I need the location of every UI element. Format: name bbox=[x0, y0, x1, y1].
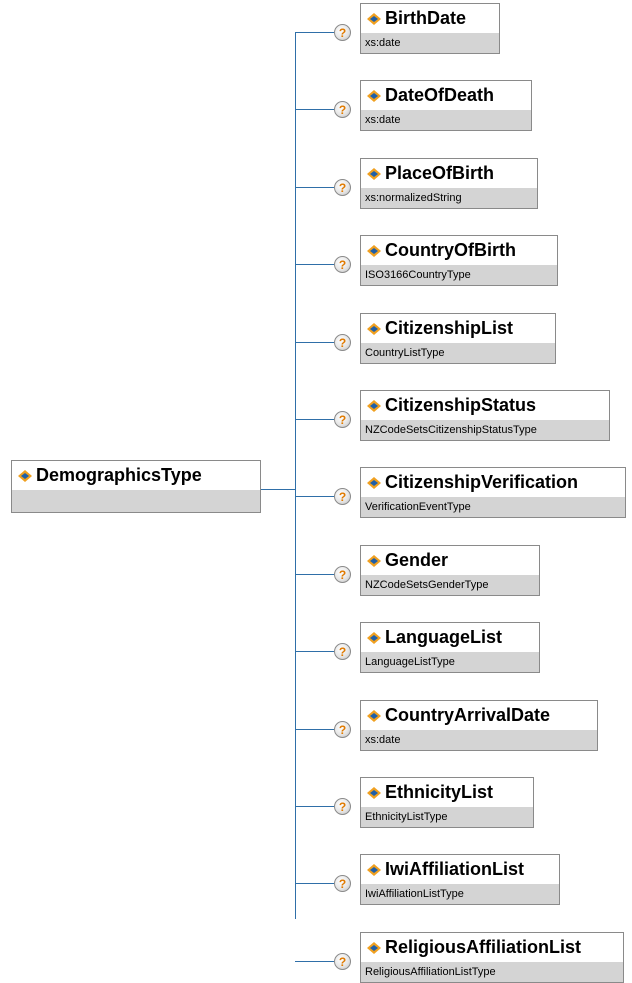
element-name: CountryOfBirth bbox=[385, 240, 516, 260]
element-node-citizenship-status[interactable]: CitizenshipStatus NZCodeSetsCitizenshipSt… bbox=[360, 390, 610, 441]
element-node-birth-date[interactable]: BirthDate xs:date bbox=[360, 3, 500, 54]
optional-help-icon[interactable]: ? bbox=[334, 334, 351, 351]
element-icon bbox=[367, 322, 381, 335]
element-node-religious-affiliation-list[interactable]: ReligiousAffiliationList ReligiousAffilia… bbox=[360, 932, 624, 983]
element-name: EthnicityList bbox=[385, 782, 494, 802]
element-name: IwiAffiliationList bbox=[385, 859, 524, 879]
element-type: xs:normalizedString bbox=[361, 188, 537, 208]
optional-help-icon[interactable]: ? bbox=[334, 721, 351, 738]
branch-connector bbox=[295, 32, 334, 33]
element-type: CountryListType bbox=[361, 343, 555, 363]
branch-connector bbox=[295, 574, 334, 575]
element-name: PlaceOfBirth bbox=[385, 163, 495, 183]
element-node-place-of-birth[interactable]: PlaceOfBirth xs:normalizedString bbox=[360, 158, 538, 209]
element-node-citizenship-verification[interactable]: CitizenshipVerification VerificationEvent… bbox=[360, 467, 626, 518]
branch-connector bbox=[295, 806, 334, 807]
element-name: Gender bbox=[385, 550, 449, 570]
branch-connector bbox=[295, 109, 334, 110]
optional-help-icon[interactable]: ? bbox=[334, 101, 351, 118]
element-icon bbox=[367, 554, 381, 567]
element-name: CountryArrivalDate bbox=[385, 705, 551, 725]
optional-help-icon[interactable]: ? bbox=[334, 953, 351, 970]
element-icon bbox=[367, 863, 381, 876]
branch-connector bbox=[295, 496, 334, 497]
element-node-country-of-birth[interactable]: CountryOfBirth ISO3166CountryType bbox=[360, 235, 558, 286]
element-icon bbox=[367, 244, 381, 257]
element-icon bbox=[367, 709, 381, 722]
element-type: LanguageListType bbox=[361, 652, 539, 672]
element-icon bbox=[367, 476, 381, 489]
branch-connector bbox=[295, 651, 334, 652]
element-icon bbox=[367, 89, 381, 102]
element-type: EthnicityListType bbox=[361, 807, 533, 827]
element-type: VerificationEventType bbox=[361, 497, 625, 517]
element-name: BirthDate bbox=[385, 8, 467, 28]
element-node-iwi-affiliation-list[interactable]: IwiAffiliationList IwiAffiliationListType bbox=[360, 854, 560, 905]
element-name: CitizenshipStatus bbox=[385, 395, 537, 415]
root-connector-horizontal bbox=[260, 489, 296, 490]
element-icon bbox=[18, 469, 32, 482]
branch-connector bbox=[295, 187, 334, 188]
optional-help-icon[interactable]: ? bbox=[334, 256, 351, 273]
element-type: xs:date bbox=[361, 110, 531, 130]
element-type: NZCodeSetsGenderType bbox=[361, 575, 539, 595]
element-type: ISO3166CountryType bbox=[361, 265, 557, 285]
element-icon bbox=[367, 399, 381, 412]
element-node-gender[interactable]: Gender NZCodeSetsGenderType bbox=[360, 545, 540, 596]
optional-help-icon[interactable]: ? bbox=[334, 798, 351, 815]
branch-connector bbox=[295, 419, 334, 420]
element-type: NZCodeSetsCitizenshipStatusType bbox=[361, 420, 609, 440]
optional-help-icon[interactable]: ? bbox=[334, 566, 351, 583]
root-node-name: DemographicsType bbox=[36, 465, 202, 485]
element-name: ReligiousAffiliationList bbox=[385, 937, 581, 957]
branch-connector bbox=[295, 264, 334, 265]
element-node-country-arrival-date[interactable]: CountryArrivalDate xs:date bbox=[360, 700, 598, 751]
optional-help-icon[interactable]: ? bbox=[334, 411, 351, 428]
optional-help-icon[interactable]: ? bbox=[334, 643, 351, 660]
element-node-date-of-death[interactable]: DateOfDeath xs:date bbox=[360, 80, 532, 131]
element-type: ReligiousAffiliationListType bbox=[361, 962, 623, 982]
element-icon bbox=[367, 786, 381, 799]
element-name: CitizenshipVerification bbox=[385, 472, 579, 492]
element-type: xs:date bbox=[361, 33, 499, 53]
element-name: LanguageList bbox=[385, 627, 503, 647]
optional-help-icon[interactable]: ? bbox=[334, 179, 351, 196]
element-node-ethnicity-list[interactable]: EthnicityList EthnicityListType bbox=[360, 777, 534, 828]
element-icon bbox=[367, 631, 381, 644]
element-type: xs:date bbox=[361, 730, 597, 750]
branch-connector bbox=[295, 342, 334, 343]
optional-help-icon[interactable]: ? bbox=[334, 875, 351, 892]
element-icon bbox=[367, 12, 381, 25]
trunk-connector-vertical bbox=[295, 33, 296, 919]
branch-connector bbox=[295, 729, 334, 730]
branch-connector bbox=[295, 961, 334, 962]
element-type: IwiAffiliationListType bbox=[361, 884, 559, 904]
element-node-language-list[interactable]: LanguageList LanguageListType bbox=[360, 622, 540, 673]
branch-connector bbox=[295, 883, 334, 884]
element-name: DateOfDeath bbox=[385, 85, 495, 105]
element-node-citizenship-list[interactable]: CitizenshipList CountryListType bbox=[360, 313, 556, 364]
optional-help-icon[interactable]: ? bbox=[334, 488, 351, 505]
root-node-demographics-type[interactable]: DemographicsType bbox=[11, 460, 261, 513]
element-icon bbox=[367, 167, 381, 180]
element-icon bbox=[367, 941, 381, 954]
optional-help-icon[interactable]: ? bbox=[334, 24, 351, 41]
element-name: CitizenshipList bbox=[385, 318, 514, 338]
root-node-type bbox=[12, 490, 260, 512]
